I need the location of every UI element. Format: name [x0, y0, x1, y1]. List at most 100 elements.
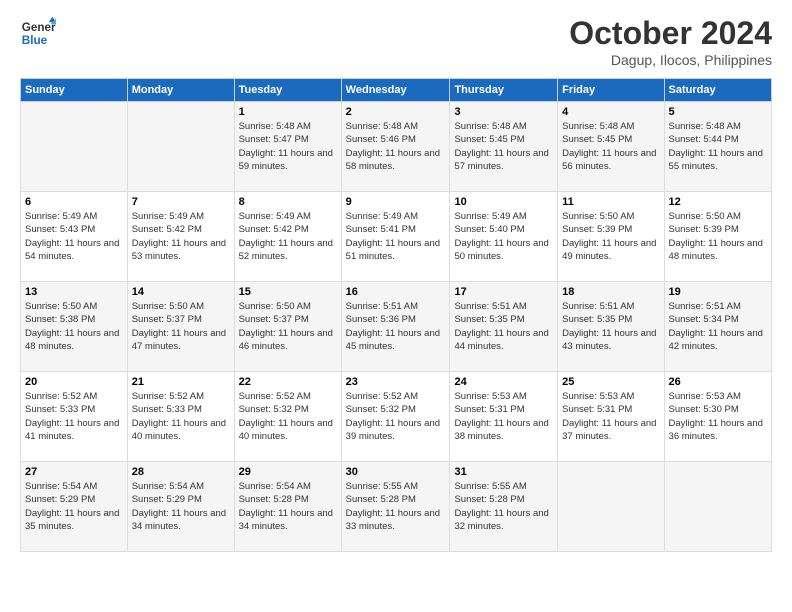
- svg-text:Blue: Blue: [22, 34, 48, 47]
- subtitle: Dagup, Ilocos, Philippines: [569, 52, 772, 68]
- day-number: 8: [239, 196, 337, 208]
- day-info: Sunrise: 5:53 AM Sunset: 5:31 PM Dayligh…: [454, 390, 553, 443]
- day-number: 6: [25, 196, 123, 208]
- day-info: Sunrise: 5:52 AM Sunset: 5:32 PM Dayligh…: [239, 390, 337, 443]
- day-number: 2: [346, 106, 446, 118]
- day-info: Sunrise: 5:48 AM Sunset: 5:45 PM Dayligh…: [454, 120, 553, 173]
- day-number: 13: [25, 286, 123, 298]
- day-info: Sunrise: 5:52 AM Sunset: 5:33 PM Dayligh…: [132, 390, 230, 443]
- calendar-cell: 24 Sunrise: 5:53 AM Sunset: 5:31 PM Dayli…: [450, 372, 558, 462]
- day-info: Sunrise: 5:55 AM Sunset: 5:28 PM Dayligh…: [454, 480, 553, 533]
- day-number: 18: [562, 286, 659, 298]
- day-number: 27: [25, 466, 123, 478]
- day-info: Sunrise: 5:48 AM Sunset: 5:45 PM Dayligh…: [562, 120, 659, 173]
- day-info: Sunrise: 5:50 AM Sunset: 5:39 PM Dayligh…: [669, 210, 767, 263]
- day-info: Sunrise: 5:48 AM Sunset: 5:46 PM Dayligh…: [346, 120, 446, 173]
- calendar-cell: 31 Sunrise: 5:55 AM Sunset: 5:28 PM Dayli…: [450, 462, 558, 552]
- day-number: 11: [562, 196, 659, 208]
- logo-icon: General Blue: [20, 15, 56, 51]
- day-info: Sunrise: 5:55 AM Sunset: 5:28 PM Dayligh…: [346, 480, 446, 533]
- calendar-week-row: 20 Sunrise: 5:52 AM Sunset: 5:33 PM Dayli…: [21, 372, 772, 462]
- calendar-cell: 12Sunrise: 5:50 AM Sunset: 5:39 PM Dayli…: [664, 192, 771, 282]
- calendar-cell: [664, 462, 771, 552]
- weekday-header: Saturday: [664, 79, 771, 102]
- day-number: 19: [669, 286, 767, 298]
- day-info: Sunrise: 5:49 AM Sunset: 5:41 PM Dayligh…: [346, 210, 446, 263]
- day-number: 31: [454, 466, 553, 478]
- day-number: 10: [454, 196, 553, 208]
- day-number: 14: [132, 286, 230, 298]
- day-number: 30: [346, 466, 446, 478]
- day-number: 21: [132, 376, 230, 388]
- weekday-header: Monday: [127, 79, 234, 102]
- day-info: Sunrise: 5:49 AM Sunset: 5:42 PM Dayligh…: [132, 210, 230, 263]
- calendar-cell: 9 Sunrise: 5:49 AM Sunset: 5:41 PM Daylig…: [341, 192, 450, 282]
- day-info: Sunrise: 5:50 AM Sunset: 5:39 PM Dayligh…: [562, 210, 659, 263]
- weekday-header: Thursday: [450, 79, 558, 102]
- day-info: Sunrise: 5:50 AM Sunset: 5:37 PM Dayligh…: [239, 300, 337, 353]
- calendar-cell: 10 Sunrise: 5:49 AM Sunset: 5:40 PM Dayli…: [450, 192, 558, 282]
- calendar-week-row: 1 Sunrise: 5:48 AM Sunset: 5:47 PM Daylig…: [21, 102, 772, 192]
- calendar-cell: 30 Sunrise: 5:55 AM Sunset: 5:28 PM Dayli…: [341, 462, 450, 552]
- day-info: Sunrise: 5:52 AM Sunset: 5:33 PM Dayligh…: [25, 390, 123, 443]
- calendar-cell: 13Sunrise: 5:50 AM Sunset: 5:38 PM Dayli…: [21, 282, 128, 372]
- calendar-cell: [558, 462, 664, 552]
- weekday-header: Friday: [558, 79, 664, 102]
- calendar-cell: 14 Sunrise: 5:50 AM Sunset: 5:37 PM Dayli…: [127, 282, 234, 372]
- day-number: 28: [132, 466, 230, 478]
- day-info: Sunrise: 5:48 AM Sunset: 5:44 PM Dayligh…: [669, 120, 767, 173]
- day-info: Sunrise: 5:53 AM Sunset: 5:31 PM Dayligh…: [562, 390, 659, 443]
- calendar-cell: 4 Sunrise: 5:48 AM Sunset: 5:45 PM Daylig…: [558, 102, 664, 192]
- day-info: Sunrise: 5:54 AM Sunset: 5:29 PM Dayligh…: [25, 480, 123, 533]
- day-info: Sunrise: 5:48 AM Sunset: 5:47 PM Dayligh…: [239, 120, 337, 173]
- calendar-cell: 6 Sunrise: 5:49 AM Sunset: 5:43 PM Daylig…: [21, 192, 128, 282]
- calendar-cell: 27 Sunrise: 5:54 AM Sunset: 5:29 PM Dayli…: [21, 462, 128, 552]
- calendar-cell: 8Sunrise: 5:49 AM Sunset: 5:42 PM Daylig…: [234, 192, 341, 282]
- day-info: Sunrise: 5:49 AM Sunset: 5:43 PM Dayligh…: [25, 210, 123, 263]
- calendar-cell: 18Sunrise: 5:51 AM Sunset: 5:35 PM Dayli…: [558, 282, 664, 372]
- weekday-header-row: SundayMondayTuesdayWednesdayThursdayFrid…: [21, 79, 772, 102]
- day-number: 5: [669, 106, 767, 118]
- day-info: Sunrise: 5:51 AM Sunset: 5:36 PM Dayligh…: [346, 300, 446, 353]
- calendar-cell: 16 Sunrise: 5:51 AM Sunset: 5:36 PM Dayli…: [341, 282, 450, 372]
- calendar-cell: [21, 102, 128, 192]
- day-number: 1: [239, 106, 337, 118]
- day-number: 24: [454, 376, 553, 388]
- month-title: October 2024: [569, 15, 772, 52]
- day-info: Sunrise: 5:49 AM Sunset: 5:40 PM Dayligh…: [454, 210, 553, 263]
- day-number: 26: [669, 376, 767, 388]
- calendar-cell: 15 Sunrise: 5:50 AM Sunset: 5:37 PM Dayli…: [234, 282, 341, 372]
- day-number: 4: [562, 106, 659, 118]
- day-number: 20: [25, 376, 123, 388]
- day-info: Sunrise: 5:50 AM Sunset: 5:37 PM Dayligh…: [132, 300, 230, 353]
- day-number: 15: [239, 286, 337, 298]
- calendar-cell: 11 Sunrise: 5:50 AM Sunset: 5:39 PM Dayli…: [558, 192, 664, 282]
- calendar-cell: [127, 102, 234, 192]
- calendar-cell: 1 Sunrise: 5:48 AM Sunset: 5:47 PM Daylig…: [234, 102, 341, 192]
- calendar-table: SundayMondayTuesdayWednesdayThursdayFrid…: [20, 78, 772, 552]
- calendar-week-row: 27 Sunrise: 5:54 AM Sunset: 5:29 PM Dayli…: [21, 462, 772, 552]
- calendar-cell: 25 Sunrise: 5:53 AM Sunset: 5:31 PM Dayli…: [558, 372, 664, 462]
- calendar-cell: 5 Sunrise: 5:48 AM Sunset: 5:44 PM Daylig…: [664, 102, 771, 192]
- weekday-header: Wednesday: [341, 79, 450, 102]
- header: General Blue October 2024 Dagup, Ilocos,…: [20, 15, 772, 68]
- calendar-cell: 26 Sunrise: 5:53 AM Sunset: 5:30 PM Dayli…: [664, 372, 771, 462]
- calendar-page: General Blue October 2024 Dagup, Ilocos,…: [0, 0, 792, 612]
- day-number: 16: [346, 286, 446, 298]
- day-number: 9: [346, 196, 446, 208]
- day-number: 17: [454, 286, 553, 298]
- day-info: Sunrise: 5:53 AM Sunset: 5:30 PM Dayligh…: [669, 390, 767, 443]
- day-number: 23: [346, 376, 446, 388]
- weekday-header: Sunday: [21, 79, 128, 102]
- calendar-cell: 21 Sunrise: 5:52 AM Sunset: 5:33 PM Dayli…: [127, 372, 234, 462]
- calendar-cell: 23Sunrise: 5:52 AM Sunset: 5:32 PM Dayli…: [341, 372, 450, 462]
- day-number: 22: [239, 376, 337, 388]
- day-number: 25: [562, 376, 659, 388]
- logo: General Blue: [20, 15, 56, 51]
- day-info: Sunrise: 5:51 AM Sunset: 5:35 PM Dayligh…: [454, 300, 553, 353]
- calendar-cell: 22 Sunrise: 5:52 AM Sunset: 5:32 PM Dayli…: [234, 372, 341, 462]
- svg-text:General: General: [22, 21, 56, 34]
- day-info: Sunrise: 5:51 AM Sunset: 5:34 PM Dayligh…: [669, 300, 767, 353]
- day-info: Sunrise: 5:54 AM Sunset: 5:29 PM Dayligh…: [132, 480, 230, 533]
- day-number: 3: [454, 106, 553, 118]
